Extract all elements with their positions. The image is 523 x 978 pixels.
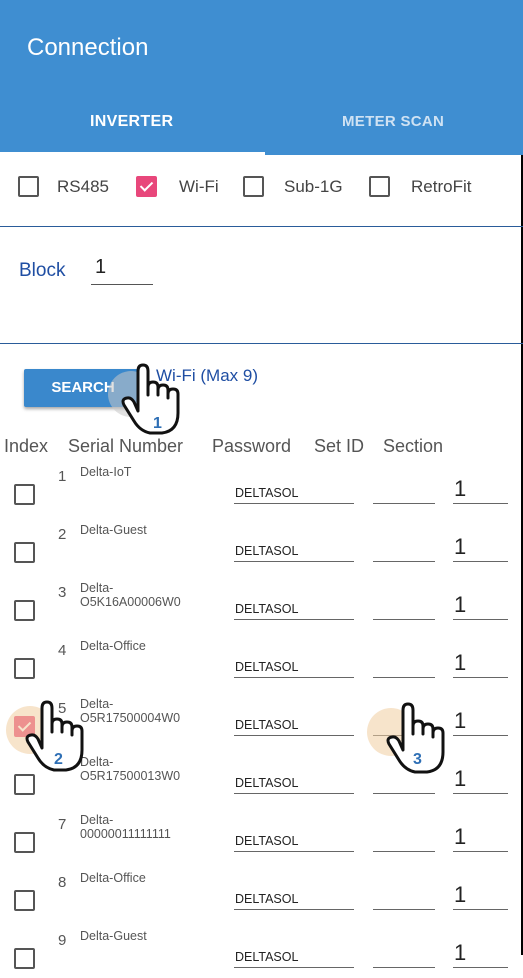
- section-underline: [453, 677, 508, 678]
- row-section-input[interactable]: 1: [454, 824, 466, 850]
- row-index: 3: [58, 584, 67, 601]
- row-section-input[interactable]: 1: [454, 534, 466, 560]
- section-underline: [453, 503, 508, 504]
- column-header-password: Password: [212, 436, 292, 456]
- row-serial-number: Delta- O5K16A00006W0: [80, 581, 181, 609]
- row-index: 1: [58, 468, 67, 485]
- password-underline: [234, 909, 354, 910]
- tab-meter-scan[interactable]: METER SCAN: [342, 113, 444, 130]
- row-serial-number: Delta-Guest: [80, 523, 147, 537]
- password-underline: [234, 967, 354, 968]
- row-section-input[interactable]: 1: [454, 476, 466, 502]
- divider: [0, 343, 523, 344]
- row-index: 9: [58, 932, 67, 949]
- table-row: 3 Delta- O5K16A00006W0 DELTASOL 1: [0, 572, 523, 630]
- password-underline: [234, 793, 354, 794]
- row-serial-number: Delta- O5R17500013W0: [80, 755, 181, 783]
- row-checkbox[interactable]: [14, 542, 35, 563]
- set-id-input[interactable]: [373, 793, 435, 794]
- section-underline: [453, 561, 508, 562]
- row-password-input[interactable]: DELTASOL: [235, 950, 298, 964]
- row-section-input[interactable]: 1: [454, 592, 466, 618]
- divider: [0, 226, 523, 227]
- row-password-input[interactable]: DELTASOL: [235, 718, 298, 732]
- row-checkbox[interactable]: [14, 948, 35, 969]
- row-checkbox[interactable]: [14, 832, 35, 853]
- row-serial-number: Delta- O5R17500004W0: [80, 697, 181, 725]
- row-index: 2: [58, 526, 67, 543]
- section-underline: [453, 619, 508, 620]
- row-password-input[interactable]: DELTASOL: [235, 892, 298, 906]
- set-id-input[interactable]: [373, 967, 435, 968]
- row-index: 8: [58, 874, 67, 891]
- set-id-input[interactable]: [373, 561, 435, 562]
- sub1g-checkbox[interactable]: [243, 176, 264, 197]
- row-serial-number: Delta-Guest: [80, 929, 147, 943]
- row-checkbox[interactable]: [14, 890, 35, 911]
- rs485-label: RS485: [57, 177, 109, 196]
- row-password-input[interactable]: DELTASOL: [235, 834, 298, 848]
- row-checkbox[interactable]: [14, 600, 35, 621]
- row-serial-number: Delta-Office: [80, 639, 146, 653]
- rs485-checkbox[interactable]: [18, 176, 39, 197]
- wifi-label: Wi-Fi: [179, 177, 219, 196]
- set-id-input[interactable]: [373, 503, 435, 504]
- row-password-input[interactable]: DELTASOL: [235, 544, 298, 558]
- table-row: 8 Delta-Office DELTASOL 1: [0, 862, 523, 920]
- section-underline: [453, 909, 508, 910]
- row-serial-number: Delta-IoT: [80, 465, 132, 479]
- row-section-input[interactable]: 1: [454, 650, 466, 676]
- row-section-input[interactable]: 1: [454, 708, 466, 734]
- password-underline: [234, 735, 354, 736]
- row-serial-number: Delta-Office: [80, 871, 146, 885]
- section-underline: [453, 735, 508, 736]
- row-password-input[interactable]: DELTASOL: [235, 660, 298, 674]
- table-row: 7 Delta- 00000011111111 DELTASOL 1: [0, 804, 523, 862]
- row-checkbox[interactable]: [14, 658, 35, 679]
- row-checkbox[interactable]: [14, 484, 35, 505]
- row-index: 4: [58, 642, 67, 659]
- password-underline: [234, 561, 354, 562]
- set-id-input[interactable]: [373, 677, 435, 678]
- block-input-underline: [91, 284, 153, 285]
- row-section-input[interactable]: 1: [454, 766, 466, 792]
- retrofit-label: RetroFit: [411, 177, 472, 196]
- password-underline: [234, 677, 354, 678]
- set-id-input[interactable]: [373, 851, 435, 852]
- row-section-input[interactable]: 1: [454, 940, 466, 966]
- page-title: Connection: [27, 34, 149, 61]
- set-id-input[interactable]: [373, 909, 435, 910]
- row-section-input[interactable]: 1: [454, 882, 466, 908]
- column-header-set-id: Set ID: [314, 436, 365, 456]
- row-serial-number: Delta- 00000011111111: [80, 813, 171, 841]
- section-underline: [453, 793, 508, 794]
- section-underline: [453, 851, 508, 852]
- block-label: Block: [19, 260, 66, 281]
- row-index: 7: [58, 816, 67, 833]
- password-underline: [234, 851, 354, 852]
- wifi-checkbox[interactable]: [136, 176, 157, 197]
- row-password-input[interactable]: DELTASOL: [235, 602, 298, 616]
- step-1-number: 1: [153, 415, 162, 432]
- sub1g-label: Sub-1G: [284, 177, 343, 196]
- step-2-number: 2: [54, 751, 63, 768]
- table-row: 9 Delta-Guest DELTASOL 1: [0, 920, 523, 978]
- retrofit-checkbox[interactable]: [369, 176, 390, 197]
- password-underline: [234, 503, 354, 504]
- row-password-input[interactable]: DELTASOL: [235, 486, 298, 500]
- set-id-input[interactable]: [373, 619, 435, 620]
- table-row: 4 Delta-Office DELTASOL 1: [0, 630, 523, 688]
- column-header-index: Index: [4, 436, 49, 456]
- password-underline: [234, 619, 354, 620]
- section-underline: [453, 967, 508, 968]
- block-input[interactable]: 1: [95, 256, 106, 279]
- row-password-input[interactable]: DELTASOL: [235, 776, 298, 790]
- table-row: 2 Delta-Guest DELTASOL 1: [0, 514, 523, 572]
- active-tab-indicator: [0, 152, 265, 156]
- tab-inverter[interactable]: INVERTER: [90, 113, 173, 131]
- column-header-section: Section: [383, 436, 444, 456]
- step-3-number: 3: [413, 751, 422, 768]
- table-row: 1 Delta-IoT DELTASOL 1: [0, 456, 523, 514]
- app-header: Connection INVERTER METER SCAN: [0, 0, 523, 156]
